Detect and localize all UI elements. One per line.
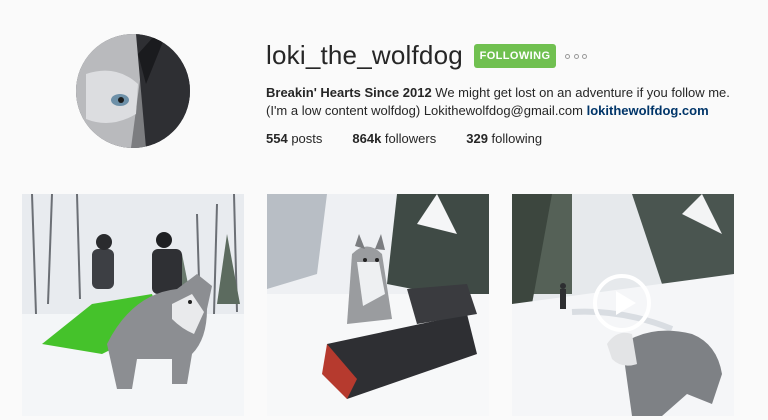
bio-name: Breakin' Hearts Since 2012 xyxy=(266,85,432,100)
post-thumbnail[interactable] xyxy=(22,194,244,416)
following-button[interactable]: FOLLOWING xyxy=(474,44,556,68)
profile-bio: Breakin' Hearts Since 2012 We might get … xyxy=(266,84,736,120)
more-dot xyxy=(573,53,579,59)
posts-count: 554 xyxy=(266,131,288,146)
play-icon[interactable] xyxy=(593,274,651,332)
posts-stat: 554 posts xyxy=(266,131,322,146)
more-dot xyxy=(582,53,587,59)
followers-label: followers xyxy=(381,131,437,146)
profile-stats: 554 posts 864k followers 329 following xyxy=(266,131,572,146)
profile-avatar[interactable] xyxy=(76,34,190,148)
posts-grid xyxy=(22,194,734,420)
profile-header: loki_the_wolfdog FOLLOWING Breakin' Hear… xyxy=(0,0,768,180)
more-dot xyxy=(565,53,570,59)
post-thumbnail-video[interactable] xyxy=(512,194,734,416)
more-options-icon[interactable] xyxy=(565,52,587,60)
bio-text-2: (I'm a low content wolfdog) Lokithewolfd… xyxy=(266,103,587,118)
website-link[interactable]: lokithewolfdog.com xyxy=(587,103,709,118)
profile-username: loki_the_wolfdog xyxy=(266,40,463,70)
bio-text: We might get lost on an adventure if you… xyxy=(431,85,730,100)
following-label: following xyxy=(487,131,543,146)
following-count: 329 xyxy=(466,131,488,146)
posts-label: posts xyxy=(287,131,323,146)
followers-stat[interactable]: 864k followers xyxy=(352,131,436,146)
following-stat[interactable]: 329 following xyxy=(466,131,542,146)
followers-count: 864k xyxy=(352,131,382,146)
post-thumbnail[interactable] xyxy=(267,194,489,416)
